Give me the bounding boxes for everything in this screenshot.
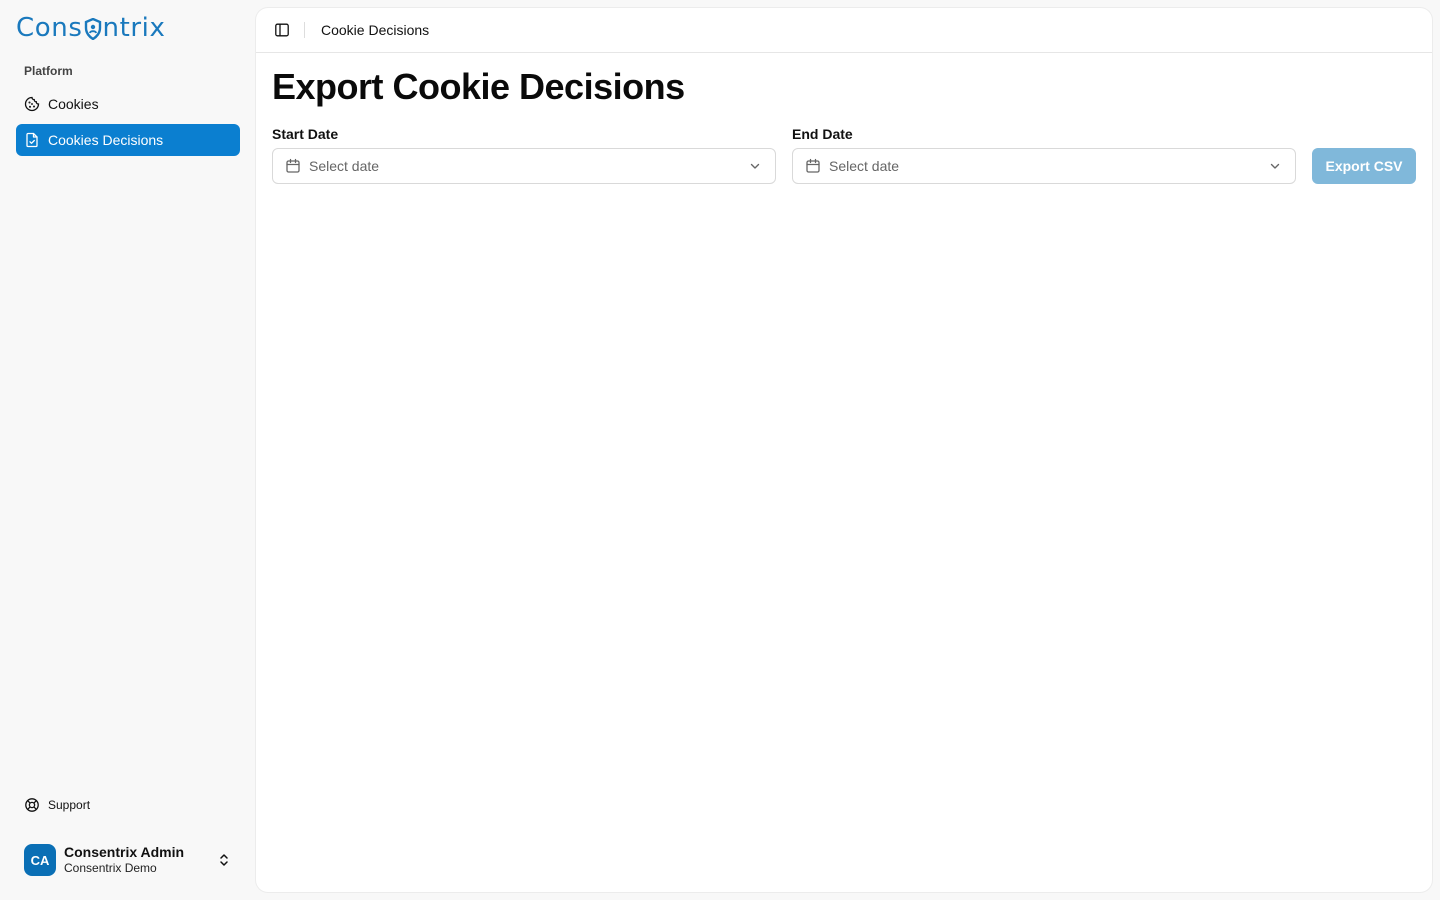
file-check-icon bbox=[26, 132, 38, 148]
logo-text-right: ntrix bbox=[102, 13, 166, 43]
top-bar: Cookie Decisions bbox=[256, 8, 1432, 53]
sidebar-toggle-button[interactable] bbox=[272, 20, 292, 40]
user-org: Consentrix Demo bbox=[64, 861, 157, 876]
sidebar-item-cookies-decisions[interactable]: Cookies Decisions bbox=[16, 124, 240, 156]
chevron-down-icon bbox=[1270, 163, 1280, 169]
avatar: CA bbox=[24, 844, 56, 876]
start-date-placeholder: Select date bbox=[309, 158, 380, 174]
calendar-icon bbox=[806, 158, 820, 173]
start-date-picker[interactable]: Select date bbox=[272, 148, 776, 184]
panel-left-icon bbox=[275, 23, 289, 37]
logo-text-left: Cons bbox=[16, 13, 83, 43]
end-date-placeholder: Select date bbox=[829, 158, 900, 174]
calendar-icon bbox=[286, 158, 300, 173]
sidebar-item-cookies[interactable]: Cookies bbox=[16, 88, 240, 120]
sidebar-item-label: Cookies Decisions bbox=[48, 132, 164, 148]
support-label: Support bbox=[48, 798, 91, 812]
page-title: Export Cookie Decisions bbox=[272, 66, 685, 107]
user-name: Consentrix Admin bbox=[64, 843, 185, 860]
app-root: Cons ntrix Platform Cookies Cookies Deci… bbox=[0, 0, 1440, 900]
shield-logo-icon bbox=[84, 18, 101, 40]
header-divider bbox=[304, 22, 305, 38]
breadcrumb: Cookie Decisions bbox=[321, 22, 430, 38]
sidebar: Cons ntrix Platform Cookies Cookies Deci… bbox=[0, 0, 256, 900]
start-date-label: Start Date bbox=[272, 126, 339, 142]
main-panel: Cookie Decisions Export Cookie Decisions… bbox=[256, 8, 1432, 892]
end-date-picker[interactable]: Select date bbox=[792, 148, 1296, 184]
export-csv-button[interactable]: Export CSV bbox=[1312, 148, 1416, 184]
end-date-label: End Date bbox=[792, 126, 853, 142]
chevrons-up-down-icon bbox=[220, 854, 228, 866]
chevron-down-icon bbox=[750, 163, 760, 169]
sidebar-item-label: Cookies bbox=[48, 96, 99, 112]
sidebar-nav: Cookies Cookies Decisions bbox=[16, 88, 240, 160]
support-link[interactable]: Support bbox=[16, 790, 240, 820]
cookie-icon bbox=[24, 96, 40, 112]
user-info: Consentrix Admin Consentrix Demo bbox=[64, 844, 208, 877]
brand-logo[interactable]: Cons ntrix bbox=[16, 13, 165, 43]
life-buoy-icon bbox=[25, 798, 39, 812]
section-label-platform: Platform bbox=[24, 64, 73, 78]
user-menu[interactable]: CA Consentrix Admin Consentrix Demo bbox=[16, 836, 240, 884]
